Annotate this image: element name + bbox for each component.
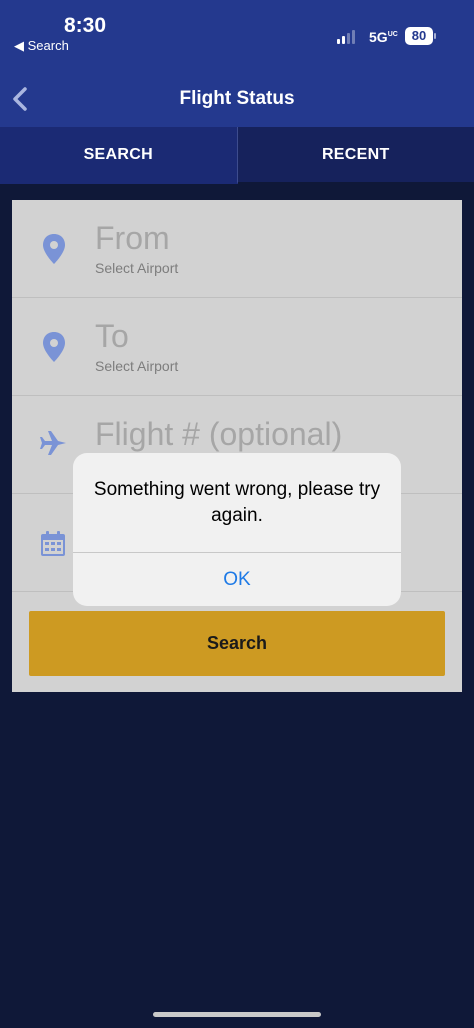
page-title: Flight Status	[179, 88, 295, 109]
to-label: To	[95, 318, 129, 354]
home-indicator[interactable]	[153, 1012, 321, 1017]
back-to-app-link[interactable]: ◀ Search	[14, 38, 69, 54]
to-field[interactable]: To Select Airport	[12, 298, 462, 396]
alert-message: Something went wrong, please try again.	[93, 479, 381, 526]
battery-tip	[434, 33, 436, 39]
airplane-icon	[40, 431, 66, 455]
network-indicator: 5GUC	[369, 29, 398, 45]
signal-icon	[337, 28, 355, 44]
tab-recent[interactable]: RECENT	[237, 127, 474, 184]
location-pin-icon	[43, 234, 65, 264]
tab-search[interactable]: SEARCH	[0, 127, 238, 184]
nav-bar: Flight Status	[0, 70, 474, 127]
from-label: From	[95, 220, 170, 256]
location-pin-icon	[43, 332, 65, 362]
to-placeholder: Select Airport	[95, 358, 179, 374]
tab-bar: SEARCH RECENT	[0, 127, 474, 184]
search-button[interactable]: Search	[29, 611, 445, 676]
battery-icon: 80	[405, 27, 433, 45]
status-bar: 8:30 ◀ Search 5GUC 80	[0, 0, 474, 70]
calendar-icon	[41, 531, 65, 556]
flight-number-label: Flight # (optional)	[95, 416, 343, 452]
alert-ok-button[interactable]: OK	[73, 553, 401, 606]
search-form: From Select Airport To Select Airport Fl…	[12, 200, 462, 692]
from-field[interactable]: From Select Airport	[12, 200, 462, 298]
status-time: 8:30	[64, 14, 107, 37]
error-alert-dialog: Something went wrong, please try again. …	[73, 453, 401, 606]
from-placeholder: Select Airport	[95, 260, 179, 276]
